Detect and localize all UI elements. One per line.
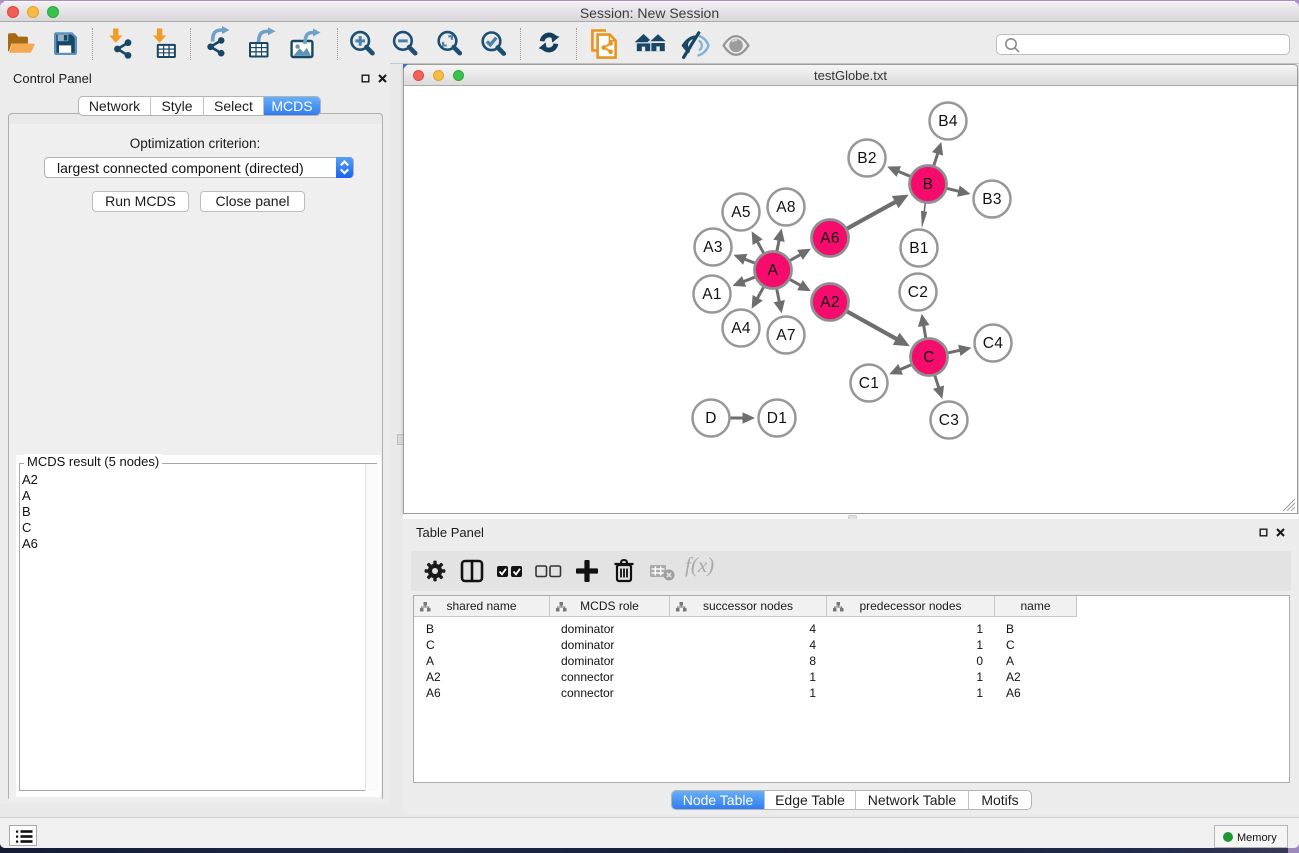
svg-text:A2: A2 xyxy=(820,294,840,311)
svg-text:A3: A3 xyxy=(703,239,723,256)
svg-text:A7: A7 xyxy=(776,327,796,344)
svg-text:B2: B2 xyxy=(857,150,877,167)
svg-text:C1: C1 xyxy=(859,375,879,392)
svg-text:A5: A5 xyxy=(731,204,751,221)
svg-text:B1: B1 xyxy=(909,240,929,257)
svg-text:B: B xyxy=(923,176,934,193)
svg-text:C4: C4 xyxy=(983,335,1003,352)
svg-text:A: A xyxy=(768,262,779,279)
svg-text:D: D xyxy=(705,410,717,427)
svg-text:C2: C2 xyxy=(908,284,928,301)
svg-text:D1: D1 xyxy=(767,410,787,427)
svg-text:B4: B4 xyxy=(938,113,958,130)
svg-text:A4: A4 xyxy=(731,320,751,337)
svg-text:B3: B3 xyxy=(982,191,1002,208)
svg-text:C: C xyxy=(923,349,935,366)
svg-text:A1: A1 xyxy=(702,286,722,303)
svg-text:C3: C3 xyxy=(939,412,959,429)
svg-text:A8: A8 xyxy=(776,199,796,216)
svg-text:A6: A6 xyxy=(820,230,840,247)
